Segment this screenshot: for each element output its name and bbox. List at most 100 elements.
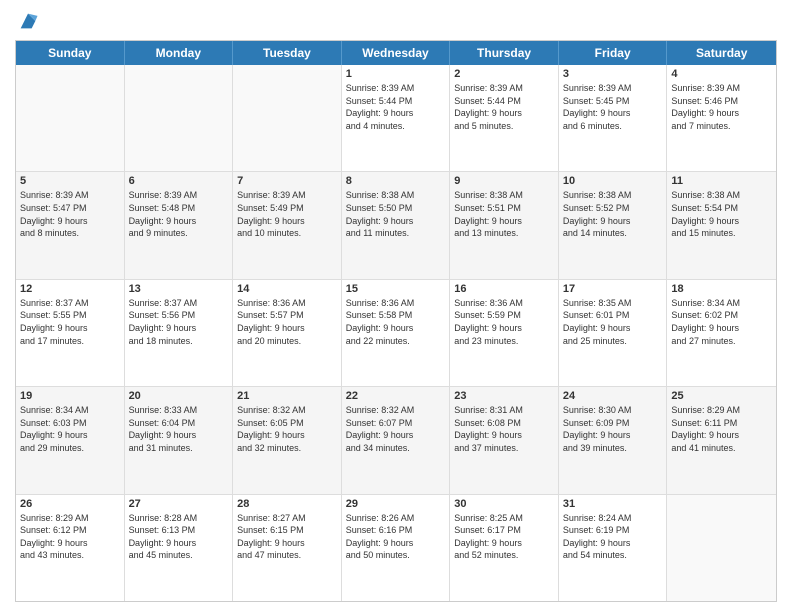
cell-info: Sunrise: 8:26 AM Sunset: 6:16 PM Dayligh… xyxy=(346,512,446,562)
week-row-5: 26Sunrise: 8:29 AM Sunset: 6:12 PM Dayli… xyxy=(16,495,776,601)
cell-info: Sunrise: 8:32 AM Sunset: 6:07 PM Dayligh… xyxy=(346,404,446,454)
day-number: 22 xyxy=(346,390,446,402)
day-number: 17 xyxy=(563,283,663,295)
day-number: 2 xyxy=(454,68,554,80)
header-day-sunday: Sunday xyxy=(16,41,125,65)
day-cell-18: 18Sunrise: 8:34 AM Sunset: 6:02 PM Dayli… xyxy=(667,280,776,386)
week-row-2: 5 Sunrise: 8:39 AM Sunset: 5:47 PM Daylig… xyxy=(16,172,776,279)
week-row-4: 19 Sunrise: 8:34 AM Sunset: 6:03 PM Dayli… xyxy=(16,387,776,494)
day-cell-7: 7 Sunrise: 8:39 AM Sunset: 5:49 PM Daylig… xyxy=(233,172,342,278)
day-cell-15: 15 Sunrise: 8:36 AM Sunset: 5:58 PM Dayli… xyxy=(342,280,451,386)
day-number: 15 xyxy=(346,283,446,295)
day-number: 20 xyxy=(129,390,229,402)
day-cell-13: 13 Sunrise: 8:37 AM Sunset: 5:56 PM Dayli… xyxy=(125,280,234,386)
day-number: 25 xyxy=(671,390,772,402)
cell-info: Sunrise: 8:32 AM Sunset: 6:05 PM Dayligh… xyxy=(237,404,337,454)
empty-cell xyxy=(125,65,234,171)
header-day-tuesday: Tuesday xyxy=(233,41,342,65)
cell-info: Sunrise: 8:37 AM Sunset: 5:56 PM Dayligh… xyxy=(129,297,229,347)
cell-info: Sunrise: 8:25 AM Sunset: 6:17 PM Dayligh… xyxy=(454,512,554,562)
day-cell-29: 29Sunrise: 8:26 AM Sunset: 6:16 PM Dayli… xyxy=(342,495,451,601)
day-number: 4 xyxy=(671,68,772,80)
day-number: 10 xyxy=(563,175,663,187)
day-cell-28: 28 Sunrise: 8:27 AM Sunset: 6:15 PM Dayli… xyxy=(233,495,342,601)
cell-info: Sunrise: 8:39 AM Sunset: 5:45 PM Dayligh… xyxy=(563,82,663,132)
day-number: 14 xyxy=(237,283,337,295)
day-number: 19 xyxy=(20,390,120,402)
week-row-3: 12 Sunrise: 8:37 AM Sunset: 5:55 PM Dayli… xyxy=(16,280,776,387)
empty-cell xyxy=(667,495,776,601)
empty-cell xyxy=(16,65,125,171)
header-day-wednesday: Wednesday xyxy=(342,41,451,65)
cell-info: Sunrise: 8:28 AM Sunset: 6:13 PM Dayligh… xyxy=(129,512,229,562)
day-number: 7 xyxy=(237,175,337,187)
day-number: 21 xyxy=(237,390,337,402)
day-number: 5 xyxy=(20,175,120,187)
day-cell-27: 27 Sunrise: 8:28 AM Sunset: 6:13 PM Dayli… xyxy=(125,495,234,601)
cell-info: Sunrise: 8:37 AM Sunset: 5:55 PM Dayligh… xyxy=(20,297,120,347)
day-cell-1: 1Sunrise: 8:39 AM Sunset: 5:44 PM Daylig… xyxy=(342,65,451,171)
calendar: SundayMondayTuesdayWednesdayThursdayFrid… xyxy=(15,40,777,602)
day-number: 31 xyxy=(563,498,663,510)
day-number: 24 xyxy=(563,390,663,402)
cell-info: Sunrise: 8:39 AM Sunset: 5:47 PM Dayligh… xyxy=(20,189,120,239)
cell-info: Sunrise: 8:29 AM Sunset: 6:12 PM Dayligh… xyxy=(20,512,120,562)
day-number: 28 xyxy=(237,498,337,510)
day-cell-25: 25 Sunrise: 8:29 AM Sunset: 6:11 PM Dayli… xyxy=(667,387,776,493)
header-day-thursday: Thursday xyxy=(450,41,559,65)
cell-info: Sunrise: 8:35 AM Sunset: 6:01 PM Dayligh… xyxy=(563,297,663,347)
day-number: 9 xyxy=(454,175,554,187)
day-number: 16 xyxy=(454,283,554,295)
day-cell-19: 19 Sunrise: 8:34 AM Sunset: 6:03 PM Dayli… xyxy=(16,387,125,493)
cell-info: Sunrise: 8:38 AM Sunset: 5:54 PM Dayligh… xyxy=(671,189,772,239)
cell-info: Sunrise: 8:38 AM Sunset: 5:52 PM Dayligh… xyxy=(563,189,663,239)
day-cell-20: 20 Sunrise: 8:33 AM Sunset: 6:04 PM Dayli… xyxy=(125,387,234,493)
cell-info: Sunrise: 8:24 AM Sunset: 6:19 PM Dayligh… xyxy=(563,512,663,562)
day-number: 3 xyxy=(563,68,663,80)
day-cell-21: 21 Sunrise: 8:32 AM Sunset: 6:05 PM Dayli… xyxy=(233,387,342,493)
day-cell-14: 14Sunrise: 8:36 AM Sunset: 5:57 PM Dayli… xyxy=(233,280,342,386)
cell-info: Sunrise: 8:31 AM Sunset: 6:08 PM Dayligh… xyxy=(454,404,554,454)
cell-info: Sunrise: 8:36 AM Sunset: 5:58 PM Dayligh… xyxy=(346,297,446,347)
day-cell-8: 8Sunrise: 8:38 AM Sunset: 5:50 PM Daylig… xyxy=(342,172,451,278)
day-number: 27 xyxy=(129,498,229,510)
logo-icon xyxy=(17,10,39,32)
logo-text xyxy=(15,10,39,32)
day-cell-17: 17 Sunrise: 8:35 AM Sunset: 6:01 PM Dayli… xyxy=(559,280,668,386)
day-cell-6: 6Sunrise: 8:39 AM Sunset: 5:48 PM Daylig… xyxy=(125,172,234,278)
header xyxy=(15,10,777,32)
header-day-friday: Friday xyxy=(559,41,668,65)
page: SundayMondayTuesdayWednesdayThursdayFrid… xyxy=(0,0,792,612)
day-cell-11: 11 Sunrise: 8:38 AM Sunset: 5:54 PM Dayli… xyxy=(667,172,776,278)
day-number: 18 xyxy=(671,283,772,295)
cell-info: Sunrise: 8:39 AM Sunset: 5:46 PM Dayligh… xyxy=(671,82,772,132)
header-day-monday: Monday xyxy=(125,41,234,65)
day-number: 8 xyxy=(346,175,446,187)
calendar-body: 1 Sunrise: 8:39 AM Sunset: 5:44 PM Daylig… xyxy=(16,65,776,601)
cell-info: Sunrise: 8:39 AM Sunset: 5:49 PM Dayligh… xyxy=(237,189,337,239)
cell-info: Sunrise: 8:30 AM Sunset: 6:09 PM Dayligh… xyxy=(563,404,663,454)
day-number: 13 xyxy=(129,283,229,295)
day-cell-4: 4 Sunrise: 8:39 AM Sunset: 5:46 PM Daylig… xyxy=(667,65,776,171)
day-cell-10: 10 Sunrise: 8:38 AM Sunset: 5:52 PM Dayli… xyxy=(559,172,668,278)
day-number: 11 xyxy=(671,175,772,187)
cell-info: Sunrise: 8:33 AM Sunset: 6:04 PM Dayligh… xyxy=(129,404,229,454)
cell-info: Sunrise: 8:27 AM Sunset: 6:15 PM Dayligh… xyxy=(237,512,337,562)
day-cell-3: 3 Sunrise: 8:39 AM Sunset: 5:45 PM Daylig… xyxy=(559,65,668,171)
day-cell-23: 23 Sunrise: 8:31 AM Sunset: 6:08 PM Dayli… xyxy=(450,387,559,493)
cell-info: Sunrise: 8:39 AM Sunset: 5:44 PM Dayligh… xyxy=(454,82,554,132)
day-cell-16: 16Sunrise: 8:36 AM Sunset: 5:59 PM Dayli… xyxy=(450,280,559,386)
day-number: 30 xyxy=(454,498,554,510)
day-cell-24: 24 Sunrise: 8:30 AM Sunset: 6:09 PM Dayli… xyxy=(559,387,668,493)
day-cell-22: 22 Sunrise: 8:32 AM Sunset: 6:07 PM Dayli… xyxy=(342,387,451,493)
day-number: 23 xyxy=(454,390,554,402)
day-number: 12 xyxy=(20,283,120,295)
logo xyxy=(15,10,39,32)
cell-info: Sunrise: 8:29 AM Sunset: 6:11 PM Dayligh… xyxy=(671,404,772,454)
cell-info: Sunrise: 8:34 AM Sunset: 6:03 PM Dayligh… xyxy=(20,404,120,454)
day-cell-2: 2 Sunrise: 8:39 AM Sunset: 5:44 PM Daylig… xyxy=(450,65,559,171)
cell-info: Sunrise: 8:39 AM Sunset: 5:48 PM Dayligh… xyxy=(129,189,229,239)
week-row-1: 1 Sunrise: 8:39 AM Sunset: 5:44 PM Daylig… xyxy=(16,65,776,172)
day-cell-26: 26Sunrise: 8:29 AM Sunset: 6:12 PM Dayli… xyxy=(16,495,125,601)
day-number: 1 xyxy=(346,68,446,80)
